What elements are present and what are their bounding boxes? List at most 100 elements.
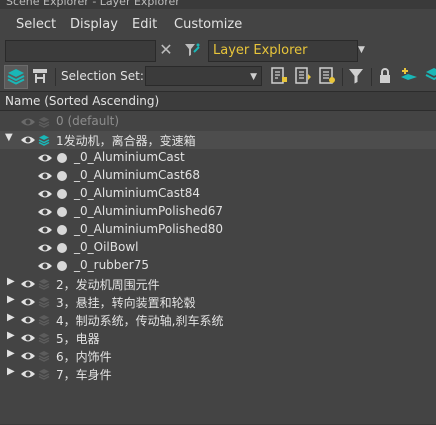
object-sphere-icon [57, 189, 67, 199]
layer-stack-icon [38, 333, 50, 344]
eye-icon[interactable] [20, 278, 36, 290]
chevron-down-icon[interactable]: ▼ [358, 41, 368, 59]
eye-icon[interactable] [20, 134, 36, 146]
sort-by-hierarchy-button[interactable] [29, 65, 53, 89]
sort-by-layer-button[interactable] [4, 65, 28, 89]
object-sphere-icon [57, 153, 67, 163]
search-input[interactable] [5, 40, 156, 62]
layer-name: 3，悬挂，转向装置和轮毂 [56, 296, 196, 310]
tree-row-layer-4[interactable]: ▶ 4，制动系统，传动轴,刹车系统 [0, 311, 436, 329]
find-filter-icon[interactable] [183, 41, 201, 59]
menu-display[interactable]: Display [70, 17, 118, 32]
eye-icon[interactable] [37, 224, 53, 236]
layer-stack-icon [38, 351, 50, 362]
properties-button[interactable] [316, 65, 340, 89]
tree-row-layer-3[interactable]: ▶ 3，悬挂，转向装置和轮毂 [0, 293, 436, 311]
layer-name: 7，车身件 [56, 368, 112, 382]
column-header-label: Name (Sorted Ascending) [5, 94, 160, 108]
layers-icon [7, 69, 25, 85]
tree-row-object[interactable]: _0_AluminiumCast68 [0, 167, 436, 185]
explorer-type-dropdown[interactable]: Layer Explorer [208, 40, 358, 62]
layer-name: 0 (default) [56, 114, 120, 128]
chevron-down-icon: ▼ [250, 72, 257, 82]
collapse-triangle-icon[interactable]: ▶ [7, 330, 15, 341]
tree-row-layer-2[interactable]: ▶ 2，发动机周围元件 [0, 275, 436, 293]
eye-icon[interactable] [37, 260, 53, 272]
object-sphere-icon [57, 171, 67, 181]
new-layer-button[interactable] [399, 65, 423, 89]
layer-name: 6，内饰件 [56, 350, 112, 364]
search-row: ✕ Layer Explorer ▼ [0, 39, 436, 65]
toolbar-divider [55, 68, 56, 86]
tree-row-object[interactable]: _0_AluminiumPolished67 [0, 203, 436, 221]
layer-stack-icon [38, 279, 50, 290]
layer-name: 4，制动系统，传动轴,刹车系统 [56, 314, 224, 328]
hierarchy-icon [33, 69, 47, 83]
object-name: _0_AluminiumCast [74, 150, 185, 164]
scene-tree: 0 (default) ▼ 1发动机，离合器，变速箱 _0_AluminiumC… [0, 111, 436, 425]
column-header-name[interactable]: Name (Sorted Ascending) [0, 91, 436, 111]
list-icon [295, 67, 311, 84]
menu-bar: Select Display Edit Customize [0, 9, 436, 39]
collapse-triangle-icon[interactable]: ▶ [7, 276, 15, 287]
layers-icon [425, 68, 436, 81]
tree-row-object[interactable]: _0_AluminiumCast84 [0, 185, 436, 203]
layer-stack-icon [38, 117, 50, 128]
eye-icon[interactable] [20, 368, 36, 380]
lock-icon [380, 68, 390, 83]
object-sphere-icon [57, 225, 67, 235]
expand-triangle-icon[interactable]: ▼ [5, 132, 13, 143]
object-name: _0_AluminiumCast84 [74, 186, 200, 200]
document-edit-icon [271, 67, 287, 84]
object-sphere-icon [57, 207, 67, 217]
menu-select[interactable]: Select [16, 17, 56, 32]
toolbar-divider [371, 68, 372, 86]
filter-button[interactable] [345, 65, 369, 89]
eye-icon[interactable] [20, 332, 36, 344]
menu-customize[interactable]: Customize [174, 17, 242, 32]
eye-icon[interactable] [20, 296, 36, 308]
sort-list-button[interactable] [292, 65, 316, 89]
layers-stack-button[interactable] [423, 65, 436, 89]
layer-name: 1发动机，离合器，变速箱 [56, 134, 196, 148]
selection-set-dropdown[interactable]: ▼ [145, 66, 262, 86]
tree-row-layer-5[interactable]: ▶ 5，电器 [0, 329, 436, 347]
layer-stack-icon [38, 297, 50, 308]
menu-edit[interactable]: Edit [132, 17, 157, 32]
eye-icon[interactable] [20, 116, 36, 128]
tree-row-layer-7[interactable]: ▶ 7，车身件 [0, 365, 436, 383]
eye-icon[interactable] [20, 314, 36, 326]
eye-icon[interactable] [37, 206, 53, 218]
object-name: _0_AluminiumCast68 [74, 168, 200, 182]
collapse-triangle-icon[interactable]: ▶ [7, 294, 15, 305]
eye-icon[interactable] [37, 152, 53, 164]
selection-set-label: Selection Set: [61, 69, 144, 83]
eye-icon[interactable] [20, 350, 36, 362]
window-title: Scene Explorer - Layer Explorer [6, 0, 180, 8]
toolbar-divider [342, 68, 343, 86]
object-sphere-icon [57, 243, 67, 253]
collapse-triangle-icon[interactable]: ▶ [7, 366, 15, 377]
collapse-triangle-icon[interactable]: ▶ [7, 312, 15, 323]
tree-row-object[interactable]: _0_AluminiumPolished80 [0, 221, 436, 239]
object-name: _0_AluminiumPolished80 [74, 222, 223, 236]
tree-row-object[interactable]: _0_AluminiumCast [0, 149, 436, 167]
tree-row-object[interactable]: _0_OilBowl [0, 239, 436, 257]
tree-row-layer-1[interactable]: ▼ 1发动机，离合器，变速箱 [0, 131, 436, 149]
lock-button[interactable] [374, 65, 398, 89]
tree-row-layer-6[interactable]: ▶ 6，内饰件 [0, 347, 436, 365]
properties-icon [319, 67, 335, 84]
tree-row-default-layer[interactable]: 0 (default) [0, 113, 436, 131]
funnel-icon [349, 69, 363, 84]
layer-name: 2，发动机周围元件 [56, 278, 160, 292]
tree-row-object[interactable]: _0_rubber75 [0, 257, 436, 275]
layer-name: 5，电器 [56, 332, 100, 346]
layer-stack-icon [38, 369, 50, 380]
eye-icon[interactable] [37, 170, 53, 182]
eye-icon[interactable] [37, 188, 53, 200]
eye-icon[interactable] [37, 242, 53, 254]
edit-named-selection-button[interactable] [268, 65, 292, 89]
object-name: _0_OilBowl [74, 240, 139, 254]
clear-search-icon[interactable]: ✕ [158, 41, 174, 59]
collapse-triangle-icon[interactable]: ▶ [7, 348, 15, 359]
